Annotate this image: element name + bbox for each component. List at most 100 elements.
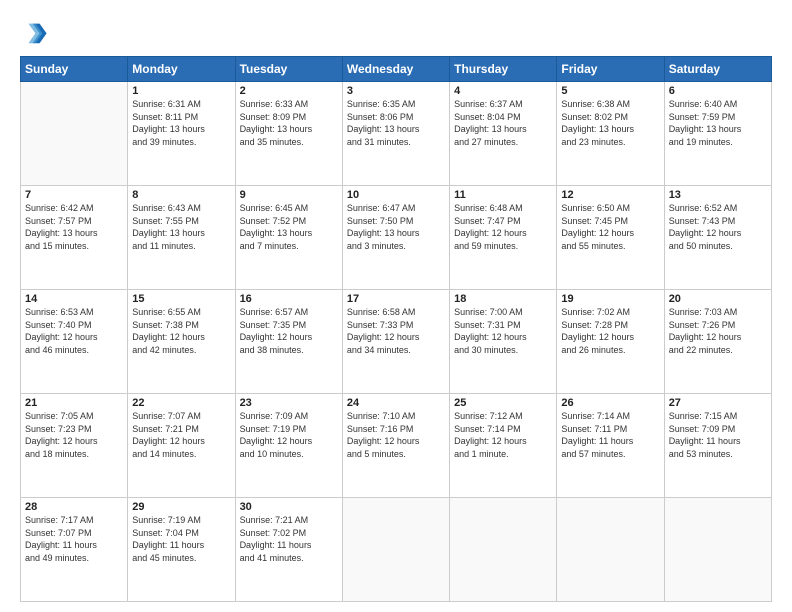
calendar-cell xyxy=(664,498,771,602)
cell-info: Sunrise: 6:50 AM Sunset: 7:45 PM Dayligh… xyxy=(561,202,659,252)
calendar-cell: 15Sunrise: 6:55 AM Sunset: 7:38 PM Dayli… xyxy=(128,290,235,394)
calendar-cell: 8Sunrise: 6:43 AM Sunset: 7:55 PM Daylig… xyxy=(128,186,235,290)
cell-info: Sunrise: 6:43 AM Sunset: 7:55 PM Dayligh… xyxy=(132,202,230,252)
cell-info: Sunrise: 7:12 AM Sunset: 7:14 PM Dayligh… xyxy=(454,410,552,460)
day-number: 1 xyxy=(132,85,230,97)
calendar-cell: 20Sunrise: 7:03 AM Sunset: 7:26 PM Dayli… xyxy=(664,290,771,394)
calendar-week-4: 21Sunrise: 7:05 AM Sunset: 7:23 PM Dayli… xyxy=(21,394,772,498)
cell-info: Sunrise: 7:02 AM Sunset: 7:28 PM Dayligh… xyxy=(561,306,659,356)
day-number: 7 xyxy=(25,189,123,201)
calendar-cell: 25Sunrise: 7:12 AM Sunset: 7:14 PM Dayli… xyxy=(450,394,557,498)
cell-info: Sunrise: 7:14 AM Sunset: 7:11 PM Dayligh… xyxy=(561,410,659,460)
day-number: 27 xyxy=(669,397,767,409)
cell-info: Sunrise: 6:55 AM Sunset: 7:38 PM Dayligh… xyxy=(132,306,230,356)
logo-icon xyxy=(20,18,48,46)
day-number: 8 xyxy=(132,189,230,201)
day-number: 21 xyxy=(25,397,123,409)
cell-info: Sunrise: 6:31 AM Sunset: 8:11 PM Dayligh… xyxy=(132,98,230,148)
day-number: 19 xyxy=(561,293,659,305)
day-number: 24 xyxy=(347,397,445,409)
weekday-header-sunday: Sunday xyxy=(21,57,128,82)
day-number: 2 xyxy=(240,85,338,97)
cell-info: Sunrise: 6:38 AM Sunset: 8:02 PM Dayligh… xyxy=(561,98,659,148)
calendar-cell: 13Sunrise: 6:52 AM Sunset: 7:43 PM Dayli… xyxy=(664,186,771,290)
day-number: 30 xyxy=(240,501,338,513)
cell-info: Sunrise: 7:00 AM Sunset: 7:31 PM Dayligh… xyxy=(454,306,552,356)
calendar-cell: 1Sunrise: 6:31 AM Sunset: 8:11 PM Daylig… xyxy=(128,82,235,186)
cell-info: Sunrise: 6:35 AM Sunset: 8:06 PM Dayligh… xyxy=(347,98,445,148)
calendar-cell xyxy=(450,498,557,602)
weekday-header-friday: Friday xyxy=(557,57,664,82)
calendar-cell: 2Sunrise: 6:33 AM Sunset: 8:09 PM Daylig… xyxy=(235,82,342,186)
calendar-week-1: 1Sunrise: 6:31 AM Sunset: 8:11 PM Daylig… xyxy=(21,82,772,186)
day-number: 29 xyxy=(132,501,230,513)
day-number: 3 xyxy=(347,85,445,97)
calendar-cell: 28Sunrise: 7:17 AM Sunset: 7:07 PM Dayli… xyxy=(21,498,128,602)
weekday-header-row: SundayMondayTuesdayWednesdayThursdayFrid… xyxy=(21,57,772,82)
day-number: 10 xyxy=(347,189,445,201)
day-number: 17 xyxy=(347,293,445,305)
calendar-cell: 22Sunrise: 7:07 AM Sunset: 7:21 PM Dayli… xyxy=(128,394,235,498)
calendar-week-3: 14Sunrise: 6:53 AM Sunset: 7:40 PM Dayli… xyxy=(21,290,772,394)
day-number: 26 xyxy=(561,397,659,409)
calendar-week-5: 28Sunrise: 7:17 AM Sunset: 7:07 PM Dayli… xyxy=(21,498,772,602)
cell-info: Sunrise: 6:45 AM Sunset: 7:52 PM Dayligh… xyxy=(240,202,338,252)
cell-info: Sunrise: 7:09 AM Sunset: 7:19 PM Dayligh… xyxy=(240,410,338,460)
cell-info: Sunrise: 7:05 AM Sunset: 7:23 PM Dayligh… xyxy=(25,410,123,460)
calendar-cell: 14Sunrise: 6:53 AM Sunset: 7:40 PM Dayli… xyxy=(21,290,128,394)
day-number: 20 xyxy=(669,293,767,305)
calendar-cell: 17Sunrise: 6:58 AM Sunset: 7:33 PM Dayli… xyxy=(342,290,449,394)
calendar-cell: 3Sunrise: 6:35 AM Sunset: 8:06 PM Daylig… xyxy=(342,82,449,186)
calendar-cell xyxy=(21,82,128,186)
day-number: 22 xyxy=(132,397,230,409)
day-number: 16 xyxy=(240,293,338,305)
weekday-header-wednesday: Wednesday xyxy=(342,57,449,82)
cell-info: Sunrise: 6:53 AM Sunset: 7:40 PM Dayligh… xyxy=(25,306,123,356)
calendar-table: SundayMondayTuesdayWednesdayThursdayFrid… xyxy=(20,56,772,602)
cell-info: Sunrise: 7:17 AM Sunset: 7:07 PM Dayligh… xyxy=(25,514,123,564)
calendar-cell: 26Sunrise: 7:14 AM Sunset: 7:11 PM Dayli… xyxy=(557,394,664,498)
calendar-cell xyxy=(557,498,664,602)
day-number: 6 xyxy=(669,85,767,97)
calendar-cell: 6Sunrise: 6:40 AM Sunset: 7:59 PM Daylig… xyxy=(664,82,771,186)
cell-info: Sunrise: 6:42 AM Sunset: 7:57 PM Dayligh… xyxy=(25,202,123,252)
calendar-cell: 5Sunrise: 6:38 AM Sunset: 8:02 PM Daylig… xyxy=(557,82,664,186)
day-number: 28 xyxy=(25,501,123,513)
cell-info: Sunrise: 6:57 AM Sunset: 7:35 PM Dayligh… xyxy=(240,306,338,356)
cell-info: Sunrise: 7:19 AM Sunset: 7:04 PM Dayligh… xyxy=(132,514,230,564)
day-number: 13 xyxy=(669,189,767,201)
day-number: 23 xyxy=(240,397,338,409)
cell-info: Sunrise: 6:48 AM Sunset: 7:47 PM Dayligh… xyxy=(454,202,552,252)
day-number: 4 xyxy=(454,85,552,97)
day-number: 5 xyxy=(561,85,659,97)
calendar-cell xyxy=(342,498,449,602)
page: SundayMondayTuesdayWednesdayThursdayFrid… xyxy=(0,0,792,612)
calendar-cell: 4Sunrise: 6:37 AM Sunset: 8:04 PM Daylig… xyxy=(450,82,557,186)
cell-info: Sunrise: 6:37 AM Sunset: 8:04 PM Dayligh… xyxy=(454,98,552,148)
cell-info: Sunrise: 7:03 AM Sunset: 7:26 PM Dayligh… xyxy=(669,306,767,356)
cell-info: Sunrise: 6:47 AM Sunset: 7:50 PM Dayligh… xyxy=(347,202,445,252)
calendar-cell: 11Sunrise: 6:48 AM Sunset: 7:47 PM Dayli… xyxy=(450,186,557,290)
cell-info: Sunrise: 7:10 AM Sunset: 7:16 PM Dayligh… xyxy=(347,410,445,460)
day-number: 14 xyxy=(25,293,123,305)
calendar-cell: 12Sunrise: 6:50 AM Sunset: 7:45 PM Dayli… xyxy=(557,186,664,290)
cell-info: Sunrise: 6:58 AM Sunset: 7:33 PM Dayligh… xyxy=(347,306,445,356)
day-number: 12 xyxy=(561,189,659,201)
calendar-cell: 19Sunrise: 7:02 AM Sunset: 7:28 PM Dayli… xyxy=(557,290,664,394)
calendar-cell: 23Sunrise: 7:09 AM Sunset: 7:19 PM Dayli… xyxy=(235,394,342,498)
day-number: 18 xyxy=(454,293,552,305)
header xyxy=(20,18,772,46)
calendar-cell: 16Sunrise: 6:57 AM Sunset: 7:35 PM Dayli… xyxy=(235,290,342,394)
day-number: 11 xyxy=(454,189,552,201)
weekday-header-monday: Monday xyxy=(128,57,235,82)
calendar-cell: 21Sunrise: 7:05 AM Sunset: 7:23 PM Dayli… xyxy=(21,394,128,498)
calendar-cell: 29Sunrise: 7:19 AM Sunset: 7:04 PM Dayli… xyxy=(128,498,235,602)
cell-info: Sunrise: 7:21 AM Sunset: 7:02 PM Dayligh… xyxy=(240,514,338,564)
calendar-cell: 7Sunrise: 6:42 AM Sunset: 7:57 PM Daylig… xyxy=(21,186,128,290)
day-number: 9 xyxy=(240,189,338,201)
cell-info: Sunrise: 6:52 AM Sunset: 7:43 PM Dayligh… xyxy=(669,202,767,252)
weekday-header-tuesday: Tuesday xyxy=(235,57,342,82)
calendar-cell: 9Sunrise: 6:45 AM Sunset: 7:52 PM Daylig… xyxy=(235,186,342,290)
calendar-cell: 30Sunrise: 7:21 AM Sunset: 7:02 PM Dayli… xyxy=(235,498,342,602)
calendar-week-2: 7Sunrise: 6:42 AM Sunset: 7:57 PM Daylig… xyxy=(21,186,772,290)
